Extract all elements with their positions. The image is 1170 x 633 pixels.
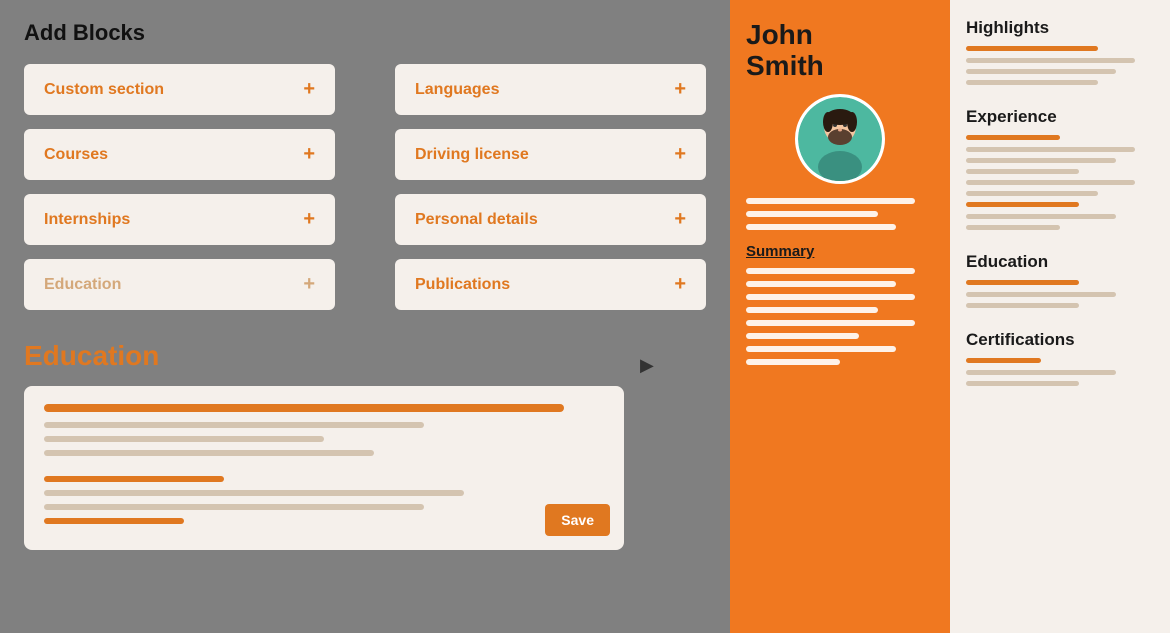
resume-summary-lines — [746, 268, 934, 372]
rp-section-education: Education — [966, 252, 1154, 308]
block-btn-driving-license[interactable]: Driving license + — [395, 129, 706, 180]
blocks-grid: Custom section + Languages + Courses + D… — [24, 64, 706, 310]
avatar-svg — [798, 97, 882, 181]
edu-line-4 — [44, 490, 464, 496]
edu-line-2 — [44, 436, 324, 442]
edu-line-3 — [44, 450, 374, 456]
rp-gray-c1 — [966, 370, 1116, 375]
page-title: Add Blocks — [24, 20, 706, 46]
resume-panel: John Smith Summary — [730, 0, 950, 633]
plus-icon-languages: + — [674, 78, 686, 101]
rp-bar-experience — [966, 135, 1060, 140]
rp-title-education: Education — [966, 252, 1154, 272]
rp-gray-ed1 — [966, 292, 1116, 297]
rp-gray-ed2 — [966, 303, 1079, 308]
resume-info-lines — [746, 198, 934, 237]
rp-gray-e6 — [966, 214, 1116, 219]
block-btn-custom-section[interactable]: Custom section + — [24, 64, 335, 115]
sum-line-3 — [746, 294, 915, 300]
plus-icon-education: + — [303, 273, 315, 296]
block-label-publications: Publications — [415, 276, 510, 294]
block-label-personal-details: Personal details — [415, 211, 538, 229]
save-button[interactable]: Save — [545, 504, 610, 536]
sum-line-1 — [746, 268, 915, 274]
rp-gray-e4 — [966, 180, 1135, 185]
resume-line-3 — [746, 224, 896, 230]
plus-icon-publications: + — [674, 273, 686, 296]
edu-line-orange — [44, 404, 564, 412]
rp-gray-e3 — [966, 169, 1079, 174]
plus-icon-internships: + — [303, 208, 315, 231]
sum-line-4 — [746, 307, 878, 313]
sum-line-2 — [746, 281, 896, 287]
rp-title-highlights: Highlights — [966, 18, 1154, 38]
education-card: Save — [24, 386, 624, 550]
rp-gray-e2 — [966, 158, 1116, 163]
rp-gray-e7 — [966, 225, 1060, 230]
block-btn-internships[interactable]: Internships + — [24, 194, 335, 245]
sum-line-8 — [746, 359, 840, 365]
block-btn-publications[interactable]: Publications + — [395, 259, 706, 310]
block-label-courses: Courses — [44, 146, 108, 164]
rp-section-highlights: Highlights — [966, 18, 1154, 85]
edu-line-1 — [44, 422, 424, 428]
block-btn-education[interactable]: Education + — [24, 259, 335, 310]
resume-name: John Smith — [746, 20, 934, 82]
sum-line-5 — [746, 320, 915, 326]
rp-bar-highlights — [966, 46, 1098, 51]
block-label-custom-section: Custom section — [44, 81, 164, 99]
edu-line-orange-sm-2 — [44, 518, 184, 524]
left-panel: Add Blocks Custom section + Languages + … — [0, 0, 730, 633]
plus-icon-custom-section: + — [303, 78, 315, 101]
resume-summary-label: Summary — [746, 243, 934, 260]
edu-line-5 — [44, 504, 424, 510]
education-section-title: Education — [24, 340, 706, 372]
rp-gray-e5 — [966, 191, 1098, 196]
plus-icon-driving-license: + — [674, 143, 686, 166]
rp-section-experience: Experience — [966, 107, 1154, 230]
rp-gray-h2 — [966, 69, 1116, 74]
block-label-driving-license: Driving license — [415, 146, 529, 164]
block-btn-courses[interactable]: Courses + — [24, 129, 335, 180]
rp-gray-h3 — [966, 80, 1098, 85]
block-btn-languages[interactable]: Languages + — [395, 64, 706, 115]
right-panel: Highlights Experience Education Certific… — [950, 0, 1170, 633]
block-label-education: Education — [44, 276, 121, 294]
resume-line-2 — [746, 211, 878, 217]
sum-line-6 — [746, 333, 859, 339]
block-btn-personal-details[interactable]: Personal details + — [395, 194, 706, 245]
rp-title-certifications: Certifications — [966, 330, 1154, 350]
rp-gray-c2 — [966, 381, 1079, 386]
block-label-internships: Internships — [44, 211, 130, 229]
rp-title-experience: Experience — [966, 107, 1154, 127]
rp-bar-education — [966, 280, 1079, 285]
avatar — [795, 94, 885, 184]
plus-icon-courses: + — [303, 143, 315, 166]
block-label-languages: Languages — [415, 81, 499, 99]
rp-gray-e1 — [966, 147, 1135, 152]
rp-bar-experience-2 — [966, 202, 1079, 207]
sum-line-7 — [746, 346, 896, 352]
rp-section-certifications: Certifications — [966, 330, 1154, 386]
rp-gray-h1 — [966, 58, 1135, 63]
resume-line-1 — [746, 198, 915, 204]
plus-icon-personal-details: + — [674, 208, 686, 231]
rp-bar-certifications — [966, 358, 1041, 363]
edu-line-orange-sm-1 — [44, 476, 224, 482]
